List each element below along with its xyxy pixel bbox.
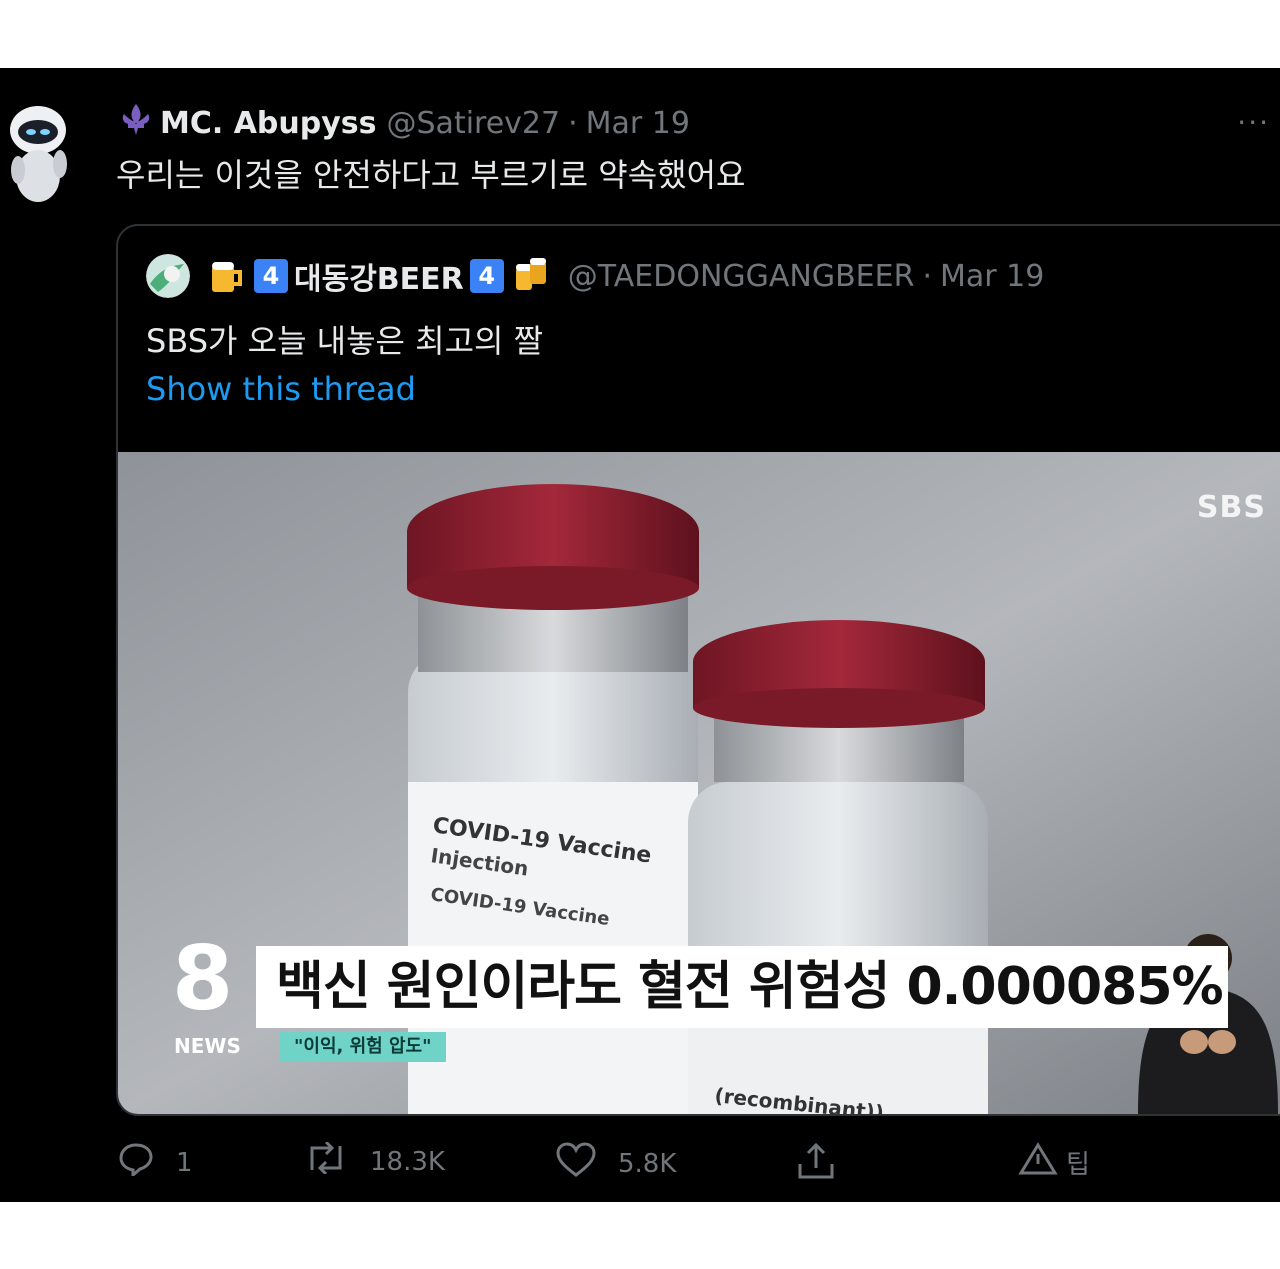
separator-dot: · — [568, 105, 578, 141]
quoted-tweet-header: 4 대동강BEER 4 @TAEDONGGANGBEER · Mar 19 — [146, 254, 1044, 298]
tweet-header: MC. Abupyss @Satirev27 · Mar 19 — [116, 102, 690, 144]
quoted-tweet-date[interactable]: Mar 19 — [940, 259, 1044, 294]
beer-mug-icon — [206, 256, 246, 296]
share-button[interactable] — [796, 1142, 858, 1187]
share-icon — [796, 1142, 858, 1187]
like-button[interactable]: 5.8K — [556, 1142, 676, 1185]
tweet-date[interactable]: Mar 19 — [586, 106, 690, 141]
quoted-author-avatar[interactable] — [146, 254, 190, 298]
clinking-beer-icon — [512, 256, 552, 296]
news-label: NEWS — [174, 1034, 241, 1058]
heart-icon — [556, 1142, 618, 1185]
keycap-four-badge: 4 — [469, 259, 504, 293]
author-avatar[interactable] — [4, 100, 72, 210]
quoted-tweet[interactable]: 4 대동강BEER 4 @TAEDONGGANGBEER · Mar 19 SB… — [116, 224, 1280, 1116]
retweet-count: 18.3K — [370, 1146, 445, 1177]
tweet-card[interactable]: MC. Abupyss @Satirev27 · Mar 19 ··· 우리는 … — [0, 68, 1280, 1202]
news-caption: 백신 원인이라도 혈전 위험성 0.000085% — [256, 946, 1228, 1028]
separator-dot: · — [922, 258, 932, 294]
show-thread-link[interactable]: Show this thread — [146, 370, 416, 408]
news-screenshot-image[interactable]: COVID-19 Vaccine Injection COVID-19 Vacc… — [118, 452, 1280, 1114]
retweet-icon — [304, 1140, 370, 1181]
reply-count: 1 — [176, 1147, 193, 1178]
more-options-icon[interactable]: ··· — [1237, 106, 1270, 139]
quoted-author-name[interactable]: 대동강BEER — [294, 254, 464, 298]
tip-button[interactable]: 팁 — [1018, 1142, 1090, 1183]
tweet-text: 우리는 이것을 안전하다고 부르기로 약속했어요 — [116, 156, 746, 194]
channel-logo: SBS — [1196, 490, 1266, 525]
like-count: 5.8K — [618, 1148, 677, 1179]
author-name[interactable]: MC. Abupyss — [160, 106, 377, 141]
news-number: 8 — [172, 927, 234, 1030]
quoted-author-handle[interactable]: @TAEDONGGANGBEER — [568, 259, 915, 294]
tip-label: 팁 — [1066, 1150, 1090, 1180]
author-handle[interactable]: @Satirev27 — [387, 106, 561, 141]
action-bar: 1 18.3K 5.8K 팁 — [0, 1140, 1280, 1192]
fleur-de-lis-icon — [116, 102, 156, 144]
quoted-tweet-text: SBS가 오늘 내놓은 최고의 짤 — [146, 322, 544, 360]
keycap-four-badge: 4 — [254, 259, 288, 293]
reply-button[interactable]: 1 — [118, 1142, 193, 1183]
news-subcaption: "이익, 위험 압도" — [280, 1032, 446, 1062]
reply-icon — [118, 1142, 176, 1183]
retweet-button[interactable]: 18.3K — [304, 1140, 445, 1181]
